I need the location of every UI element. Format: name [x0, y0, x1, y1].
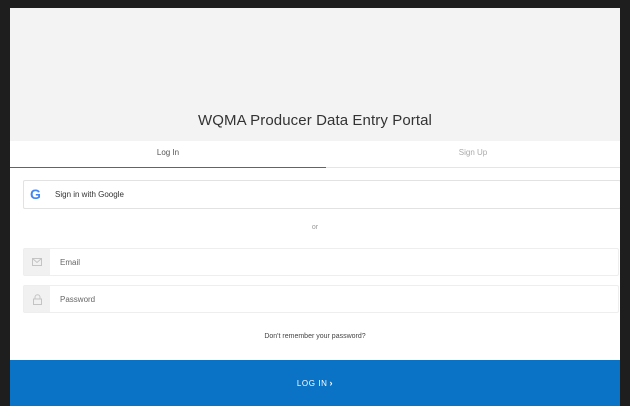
login-submit-label: LOG IN	[296, 379, 328, 388]
email-field	[23, 248, 620, 276]
google-signin-button[interactable]: G Sign in with Google	[23, 180, 620, 209]
google-icon: G	[30, 186, 41, 202]
chevron-right-icon: ›	[329, 378, 334, 388]
login-submit-button[interactable]: LOG IN ›	[10, 360, 620, 406]
password-field	[23, 285, 620, 313]
or-separator: or	[311, 224, 319, 231]
envelope-icon	[24, 249, 50, 275]
dialog-header: WQMA Producer Data Entry Portal	[10, 8, 620, 141]
login-dialog: WQMA Producer Data Entry Portal Log In S…	[10, 8, 620, 406]
auth-tabs: Log In Sign Up	[10, 141, 620, 168]
portal-title: WQMA Producer Data Entry Portal	[197, 112, 432, 129]
lock-icon	[24, 286, 50, 312]
password-input[interactable]	[50, 286, 620, 312]
tab-login[interactable]: Log In	[10, 141, 326, 168]
email-input[interactable]	[50, 249, 620, 275]
tab-signup[interactable]: Sign Up	[326, 141, 620, 167]
google-signin-label: Sign in with Google	[55, 190, 124, 199]
forgot-password-link[interactable]: Don't remember your password?	[10, 333, 620, 340]
